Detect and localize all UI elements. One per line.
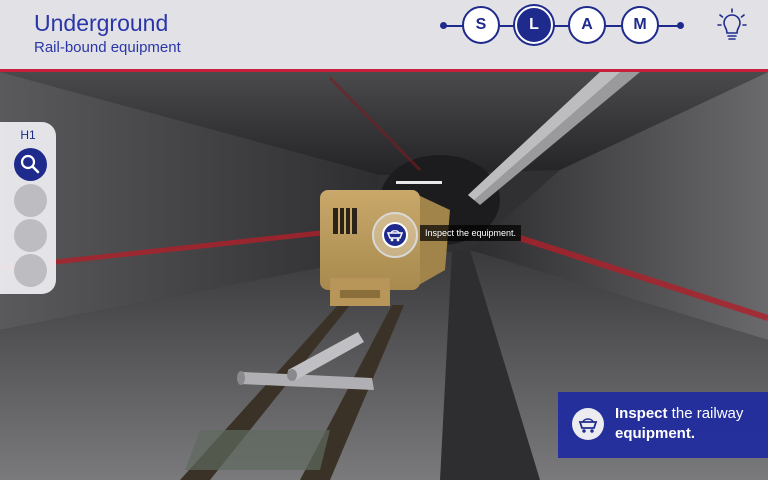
steps-end-dot xyxy=(677,22,684,29)
task-bold-verb: Inspect xyxy=(615,405,668,422)
step-a-button[interactable]: A xyxy=(568,6,606,44)
task-bold-object: equipment. xyxy=(615,425,696,442)
search-icon xyxy=(20,154,40,174)
page-subtitle: Rail-bound equipment xyxy=(34,39,181,56)
hotspot-sidebar: H1 xyxy=(0,122,56,294)
sidebar-hotspot-button-2[interactable] xyxy=(14,184,47,217)
step-l-button[interactable]: L xyxy=(515,6,553,44)
inspect-hotspot[interactable] xyxy=(372,212,418,258)
steps-start-dot xyxy=(440,22,447,29)
header-bar: Underground Rail-bound equipment S L A M xyxy=(0,0,768,72)
mine-cart-icon xyxy=(578,418,598,433)
hotspot-marker xyxy=(382,222,408,248)
sidebar-search-button[interactable] xyxy=(14,148,47,181)
step-m-button[interactable]: M xyxy=(621,6,659,44)
sidebar-hotspot-button-4[interactable] xyxy=(14,254,47,287)
task-text-middle: the railway xyxy=(667,405,744,422)
step-s-button[interactable]: S xyxy=(462,6,500,44)
page-title: Underground xyxy=(34,10,169,36)
task-icon-circle xyxy=(572,408,604,440)
mine-cart-icon xyxy=(386,230,404,242)
lightbulb-icon[interactable] xyxy=(716,8,748,42)
task-instruction: Inspect the railway equipment. xyxy=(615,404,765,444)
sidebar-label: H1 xyxy=(20,128,36,142)
hotspot-tooltip: Inspect the equipment. xyxy=(420,225,522,241)
task-card: Inspect the railway equipment. xyxy=(558,392,768,458)
sidebar-hotspot-button-3[interactable] xyxy=(14,219,47,252)
